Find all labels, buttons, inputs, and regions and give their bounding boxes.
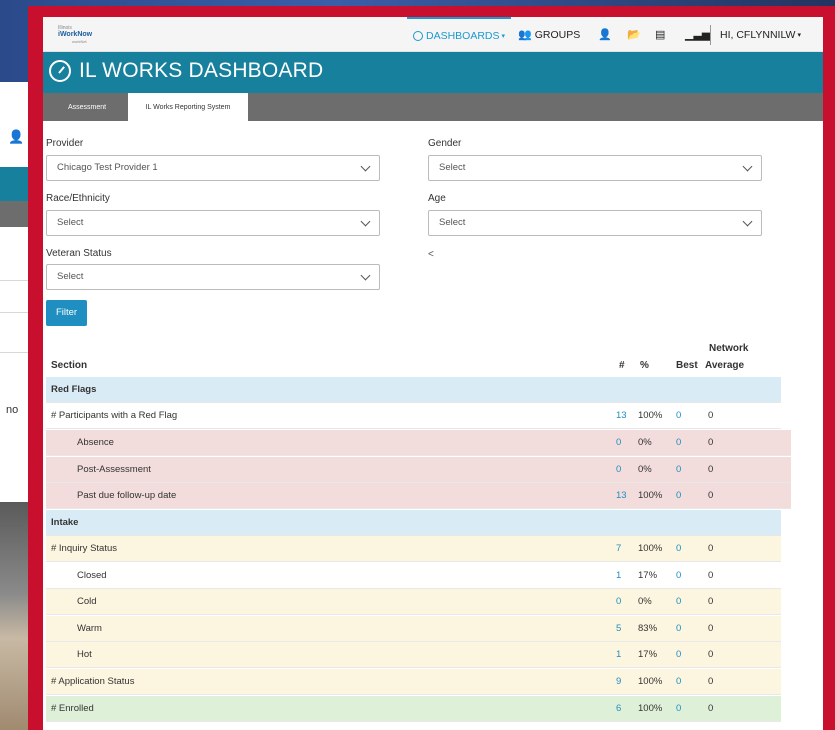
table-row: # Inquiry Status 7 100% 0 0 bbox=[46, 536, 781, 562]
nav-divider bbox=[710, 25, 711, 45]
table-row: Post-Assessment 0 0% 0 0 bbox=[46, 457, 791, 483]
background-text: no bbox=[6, 404, 19, 416]
top-navbar: Illinois iWorkNow workNet DASHBOARDS ▾ 👥… bbox=[43, 17, 823, 52]
dashboard-gauge-icon bbox=[412, 30, 423, 41]
caret-down-icon: ▾ bbox=[797, 31, 801, 39]
chevron-down-icon bbox=[360, 270, 371, 281]
bar-chart-icon[interactable]: ▁▃▅ bbox=[685, 17, 710, 52]
table-row: # Participants with a Red Flag 13 100% 0… bbox=[46, 403, 781, 429]
caret-down-icon: ▾ bbox=[501, 32, 506, 40]
table-row: Cold 0 0% 0 0 bbox=[46, 589, 781, 615]
gender-label: Gender bbox=[428, 138, 462, 149]
filter-button[interactable]: Filter bbox=[46, 300, 87, 326]
provider-label: Provider bbox=[46, 138, 84, 149]
table-row: Warm 5 83% 0 0 bbox=[46, 616, 781, 642]
background-user-icon: 👤 bbox=[8, 129, 25, 144]
table-row: # Enrolled 6 100% 0 0 bbox=[46, 696, 781, 722]
table-row: Closed 1 17% 0 0 bbox=[46, 563, 781, 589]
gender-select[interactable]: Select bbox=[428, 155, 762, 181]
veteran-label: Veteran Status bbox=[46, 248, 112, 259]
age-label: Age bbox=[428, 193, 446, 204]
nav-groups[interactable]: 👥 GROUPS bbox=[518, 17, 580, 52]
table-row: # Application Status 9 100% 0 0 bbox=[46, 669, 781, 695]
app-window: Illinois iWorkNow workNet DASHBOARDS ▾ 👥… bbox=[43, 17, 823, 730]
header-network: Network bbox=[709, 343, 749, 354]
user-menu[interactable]: HI, CFLYNNILW ▾ bbox=[720, 17, 801, 52]
header-percent: % bbox=[640, 360, 649, 371]
veteran-select[interactable]: Select bbox=[46, 264, 380, 290]
chevron-down-icon bbox=[742, 216, 753, 227]
chevron-down-icon bbox=[360, 161, 371, 172]
tab-il-works-reporting[interactable]: IL Works Reporting System bbox=[128, 93, 248, 121]
race-label: Race/Ethnicity bbox=[46, 193, 110, 204]
groups-icon: 👥 bbox=[518, 29, 532, 41]
page-title: IL WORKS DASHBOARD bbox=[79, 59, 324, 82]
logo[interactable]: Illinois iWorkNow workNet bbox=[58, 26, 100, 45]
less-than-symbol: < bbox=[428, 249, 434, 260]
header-section: Section bbox=[51, 360, 88, 371]
provider-select[interactable]: Chicago Test Provider 1 bbox=[46, 155, 380, 181]
chevron-down-icon bbox=[360, 216, 371, 227]
header-best: Best bbox=[676, 360, 698, 371]
table-row: Absence 0 0% 0 0 bbox=[46, 430, 791, 456]
table-row: Hot 1 17% 0 0 bbox=[46, 642, 781, 668]
age-select[interactable]: Select bbox=[428, 210, 762, 236]
tab-bar: Assessment IL Works Reporting System bbox=[43, 93, 823, 121]
list-icon[interactable]: ▤ bbox=[655, 17, 665, 52]
section-row-intake: Intake bbox=[46, 510, 781, 536]
folder-icon[interactable]: 📂 bbox=[627, 17, 641, 52]
dashboard-gauge-icon bbox=[49, 60, 71, 82]
table-row: Past due follow-up date 13 100% 0 0 bbox=[46, 483, 791, 509]
page-title-bar: IL WORKS DASHBOARD bbox=[43, 52, 823, 93]
header-average: Average bbox=[705, 360, 745, 371]
section-row-red-flags: Red Flags bbox=[46, 377, 781, 403]
header-count: # bbox=[619, 360, 625, 371]
user-icon[interactable]: 👤 bbox=[598, 17, 612, 52]
nav-dashboards[interactable]: DASHBOARDS ▾ bbox=[407, 17, 511, 52]
race-select[interactable]: Select bbox=[46, 210, 380, 236]
chevron-down-icon bbox=[742, 161, 753, 172]
tab-assessment[interactable]: Assessment bbox=[47, 93, 127, 121]
